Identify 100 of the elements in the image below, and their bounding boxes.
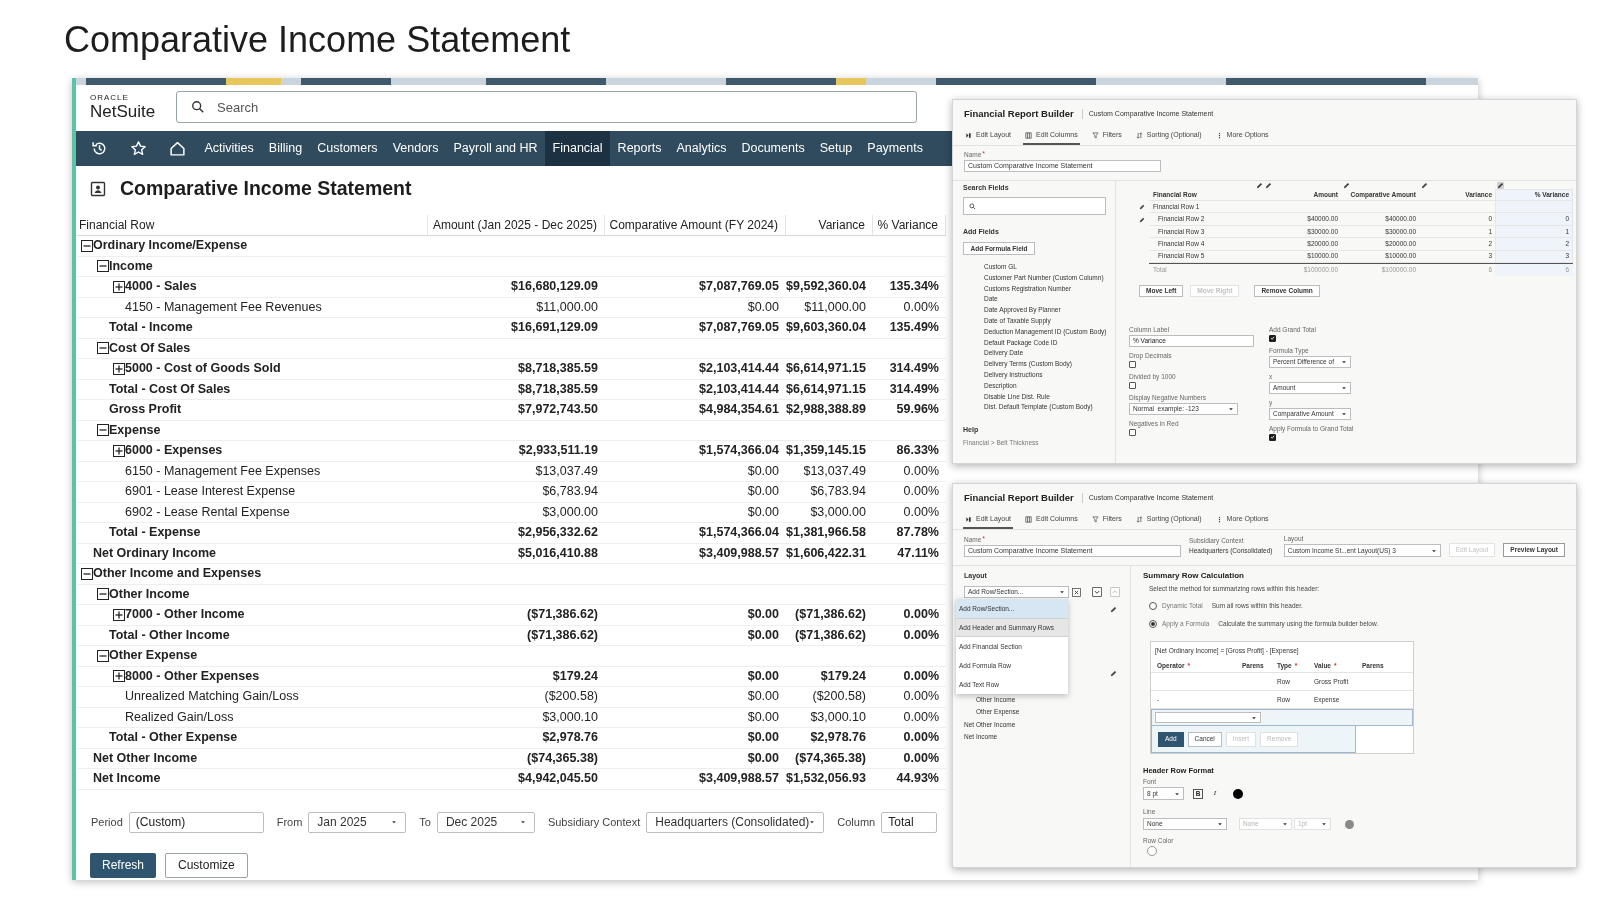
nav-tab[interactable]: Vendors [385,131,446,166]
color-swatch[interactable] [1345,819,1354,829]
checkbox[interactable] [1129,360,1136,368]
table-cell-text: $1,606,422.31 [786,544,866,562]
caret-icon [1321,821,1327,827]
pencil-icon[interactable] [1110,606,1117,613]
table-cell-text: $0.00 [747,667,779,685]
home-icon[interactable] [169,140,186,157]
nav-tab[interactable]: Reports [610,131,669,166]
dropdown[interactable]: Headquarters (Consolidated) [646,811,825,833]
table-cell-text: $1,381,966.58 [786,524,866,542]
nav-tab[interactable]: Financial [545,131,611,166]
move-down-icon[interactable] [1092,587,1102,597]
star-icon[interactable] [130,140,147,157]
search-field[interactable] [963,197,1106,215]
section-title: Summary Row Calculation [1143,571,1245,581]
nav-tab[interactable]: Setup [812,131,860,166]
table-cell-text: $13,037.49 [803,462,866,480]
text-field[interactable]: (Custom) [128,811,264,833]
nav-tab[interactable]: Payments [859,131,931,166]
action-button[interactable]: Refresh [90,852,157,878]
table-cell-text: $11,000.00 [804,298,866,316]
nav-tab[interactable]: Payroll and HR [446,131,546,166]
row-label: Gross Profit [109,401,182,419]
row-label: 6150 - Management Fee Expenses [125,462,321,480]
checkbox[interactable] [1269,433,1276,441]
nav-tab[interactable]: Documents [733,131,813,166]
collapse-toggle[interactable] [81,239,93,252]
filter-label: To [419,814,431,830]
table-cell-text: $0.00 [747,483,779,501]
table-cell-text: ($71,386.62) [795,626,866,644]
row-label: Income [109,257,153,275]
row-label: Unrealized Matching Gain/Loss [125,688,299,706]
caret-icon [519,819,526,825]
table-cell-text: 314.49% [889,360,939,378]
table-cell-text: $7,972,743.50 [518,401,598,419]
nav-tab[interactable]: Activities [197,131,262,166]
collapse-toggle[interactable] [97,424,109,437]
table-cell-text: $3,409,988.57 [699,544,779,562]
expand-toggle[interactable] [113,280,125,293]
table-cell-text: ($71,386.62) [527,626,598,644]
history-icon[interactable] [91,140,108,157]
dropdown[interactable]: Dec 2025 [436,811,535,833]
caret-icon [1174,790,1180,797]
table-cell-text: ($74,365.38) [527,749,598,767]
expand-toggle[interactable] [113,444,125,457]
table-cell-text: $1,574,366.04 [699,524,779,542]
search-field[interactable]: Search [176,91,917,123]
pencil-icon[interactable] [1139,204,1145,211]
row-label: Net Income [93,770,161,788]
action-button[interactable]: Customize [165,852,248,878]
layout-icon [965,132,972,139]
row-label: Cost Of Sales [109,339,191,357]
radio-button[interactable] [1149,602,1157,610]
filter-label: Column [837,814,876,830]
search-icon [969,202,976,210]
color-swatch[interactable] [1147,846,1157,856]
caret-icon [1059,589,1065,595]
table-cell-text: $0.00 [747,606,779,624]
color-swatch[interactable] [1233,788,1243,799]
table-cell-text: 0.00% [903,708,939,726]
table-cell-text: ($74,365.38) [795,749,866,767]
filter-label: Period [91,814,123,830]
nav-tab[interactable]: Analytics [668,131,734,166]
expand-toggle[interactable] [113,670,125,683]
row-label: Total - Expense [109,524,201,542]
column-header: Financial Row [77,215,428,235]
collapse-toggle[interactable] [81,567,93,580]
radio-button[interactable] [1149,620,1157,628]
text-field[interactable]: Total [881,811,937,833]
collapse-toggle[interactable] [97,260,109,273]
table-cell-text: 86.33% [896,442,939,460]
column-header: % Variance [873,215,946,235]
table-cell-text: $16,691,129.09 [511,319,598,337]
table-cell-text: ($200.58) [812,688,866,706]
collapse-toggle[interactable] [97,342,109,355]
pencil-icon[interactable] [1110,670,1117,677]
logo-brand: ORACLE [90,94,130,102]
builder-title: Financial Report Builder [964,490,1074,505]
pencil-icon[interactable] [1421,181,1428,189]
collapse-toggle[interactable] [97,649,109,662]
expand-toggle[interactable] [113,362,125,375]
checkbox[interactable] [1129,428,1136,436]
table-cell-text: $3,000.00 [810,503,866,521]
pencil-icon[interactable] [1343,181,1350,189]
clear-icon[interactable] [1072,587,1081,597]
nav-tab[interactable]: Billing [261,131,310,166]
row-label: 6902 - Lease Rental Expense [125,503,290,521]
dropdown[interactable]: Jan 2025 [308,811,407,833]
collapse-toggle[interactable] [97,588,109,601]
table-cell-text: $0.00 [747,688,779,706]
nav-tab[interactable]: Customers [309,131,386,166]
checkbox[interactable] [1269,334,1276,342]
expand-toggle[interactable] [113,608,125,621]
columns-icon [1025,132,1033,139]
pencil-icon[interactable] [1497,181,1504,189]
table-cell-text: 314.49% [889,380,939,398]
checkbox[interactable] [1129,381,1136,389]
pencil-icon[interactable] [1139,216,1145,223]
table-cell-text: $6,783.94 [542,483,598,501]
